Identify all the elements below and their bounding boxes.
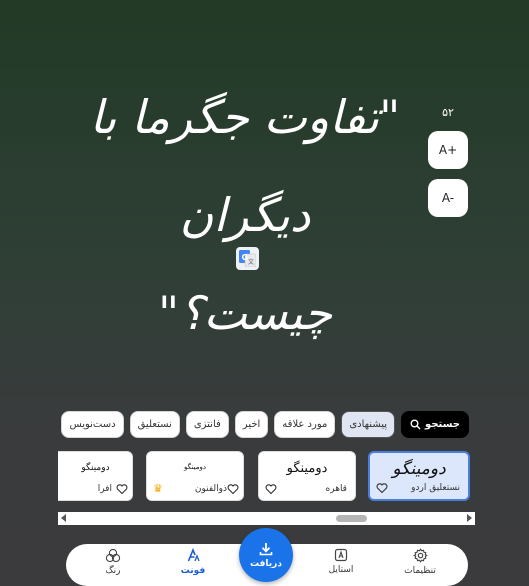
scroll-left-arrow-icon[interactable] <box>61 514 66 522</box>
quote-line-1: "تفاوت جگرما با دیگران <box>89 90 401 242</box>
download-button[interactable]: دریافت <box>239 528 293 582</box>
quote-text: "تفاوت جگرما با دیگران چیست؟" <box>60 68 430 362</box>
decrease-font-button[interactable]: A- <box>428 179 468 217</box>
filter-chip-recent[interactable]: اخیر <box>234 410 269 438</box>
filter-chip-suggested[interactable]: پیشنهادی <box>341 410 396 438</box>
nav-settings-label: تنظیمات <box>404 566 436 576</box>
font-cards: دومینگو نستعلیق اردو دومینگو قاهره دومین… <box>58 451 472 501</box>
svg-text:文: 文 <box>248 258 254 266</box>
heart-icon[interactable] <box>265 483 277 495</box>
download-label: دریافت <box>250 559 282 569</box>
filter-chip-handwriting[interactable]: دست‌نویس <box>61 410 124 438</box>
nav-color[interactable]: رنگ <box>83 548 143 586</box>
font-card[interactable]: دومینگو قاهره <box>258 451 356 501</box>
quote-line-2: چیست؟" <box>157 286 333 340</box>
style-icon <box>334 548 348 562</box>
font-name: افرا <box>97 484 112 494</box>
filter-chip-nastaliq[interactable]: نستعلیق <box>129 410 180 438</box>
font-name: قاهره <box>325 484 347 494</box>
increase-font-button[interactable]: A+ <box>428 131 468 169</box>
nav-style[interactable]: استایل <box>311 548 371 586</box>
color-palette-icon <box>105 548 121 563</box>
font-name: ذوالفنون <box>194 484 227 494</box>
nav-font[interactable]: فونت <box>163 548 223 586</box>
filter-chips: جستجو پیشنهادی مورد علاقه اخیر فانتزی نس… <box>58 410 469 438</box>
crown-icon: ♛ <box>153 482 163 495</box>
search-icon <box>410 419 421 429</box>
font-name: نستعلیق اردو <box>411 483 460 493</box>
nav-font-label: فونت <box>180 566 206 576</box>
filter-chip-favorites[interactable]: مورد علاقه <box>274 410 336 438</box>
gear-icon <box>412 548 428 563</box>
scroll-right-arrow-icon[interactable] <box>467 514 472 522</box>
heart-icon[interactable] <box>227 483 239 495</box>
nav-settings[interactable]: تنظیمات <box>390 548 450 586</box>
search-chip[interactable]: جستجو <box>401 410 469 438</box>
font-sample: دومینگو <box>184 463 206 471</box>
nav-style-label: استایل <box>328 565 354 575</box>
filter-chip-fantasy[interactable]: فانتزی <box>185 410 229 438</box>
font-card[interactable]: دومینگو نستعلیق اردو <box>368 451 470 501</box>
font-sample: دومینگو <box>392 459 446 479</box>
nav-color-label: رنگ <box>105 566 121 576</box>
font-size-value: ۵۲ <box>442 106 454 119</box>
font-sample: دومینگو <box>81 463 110 473</box>
search-chip-label: جستجو <box>425 418 460 430</box>
font-sample: دومینگو <box>286 461 328 476</box>
font-card[interactable]: دومینگو افرا <box>58 451 133 501</box>
heart-icon[interactable] <box>116 483 128 495</box>
heart-icon[interactable] <box>376 482 388 494</box>
download-icon <box>259 543 273 556</box>
horizontal-scrollbar[interactable] <box>58 512 475 525</box>
font-card[interactable]: دومینگو ذوالفنون ♛ <box>146 451 244 501</box>
font-icon <box>187 548 200 562</box>
scroll-thumb[interactable] <box>336 515 367 522</box>
google-translate-icon[interactable]: G 文 <box>236 247 259 270</box>
